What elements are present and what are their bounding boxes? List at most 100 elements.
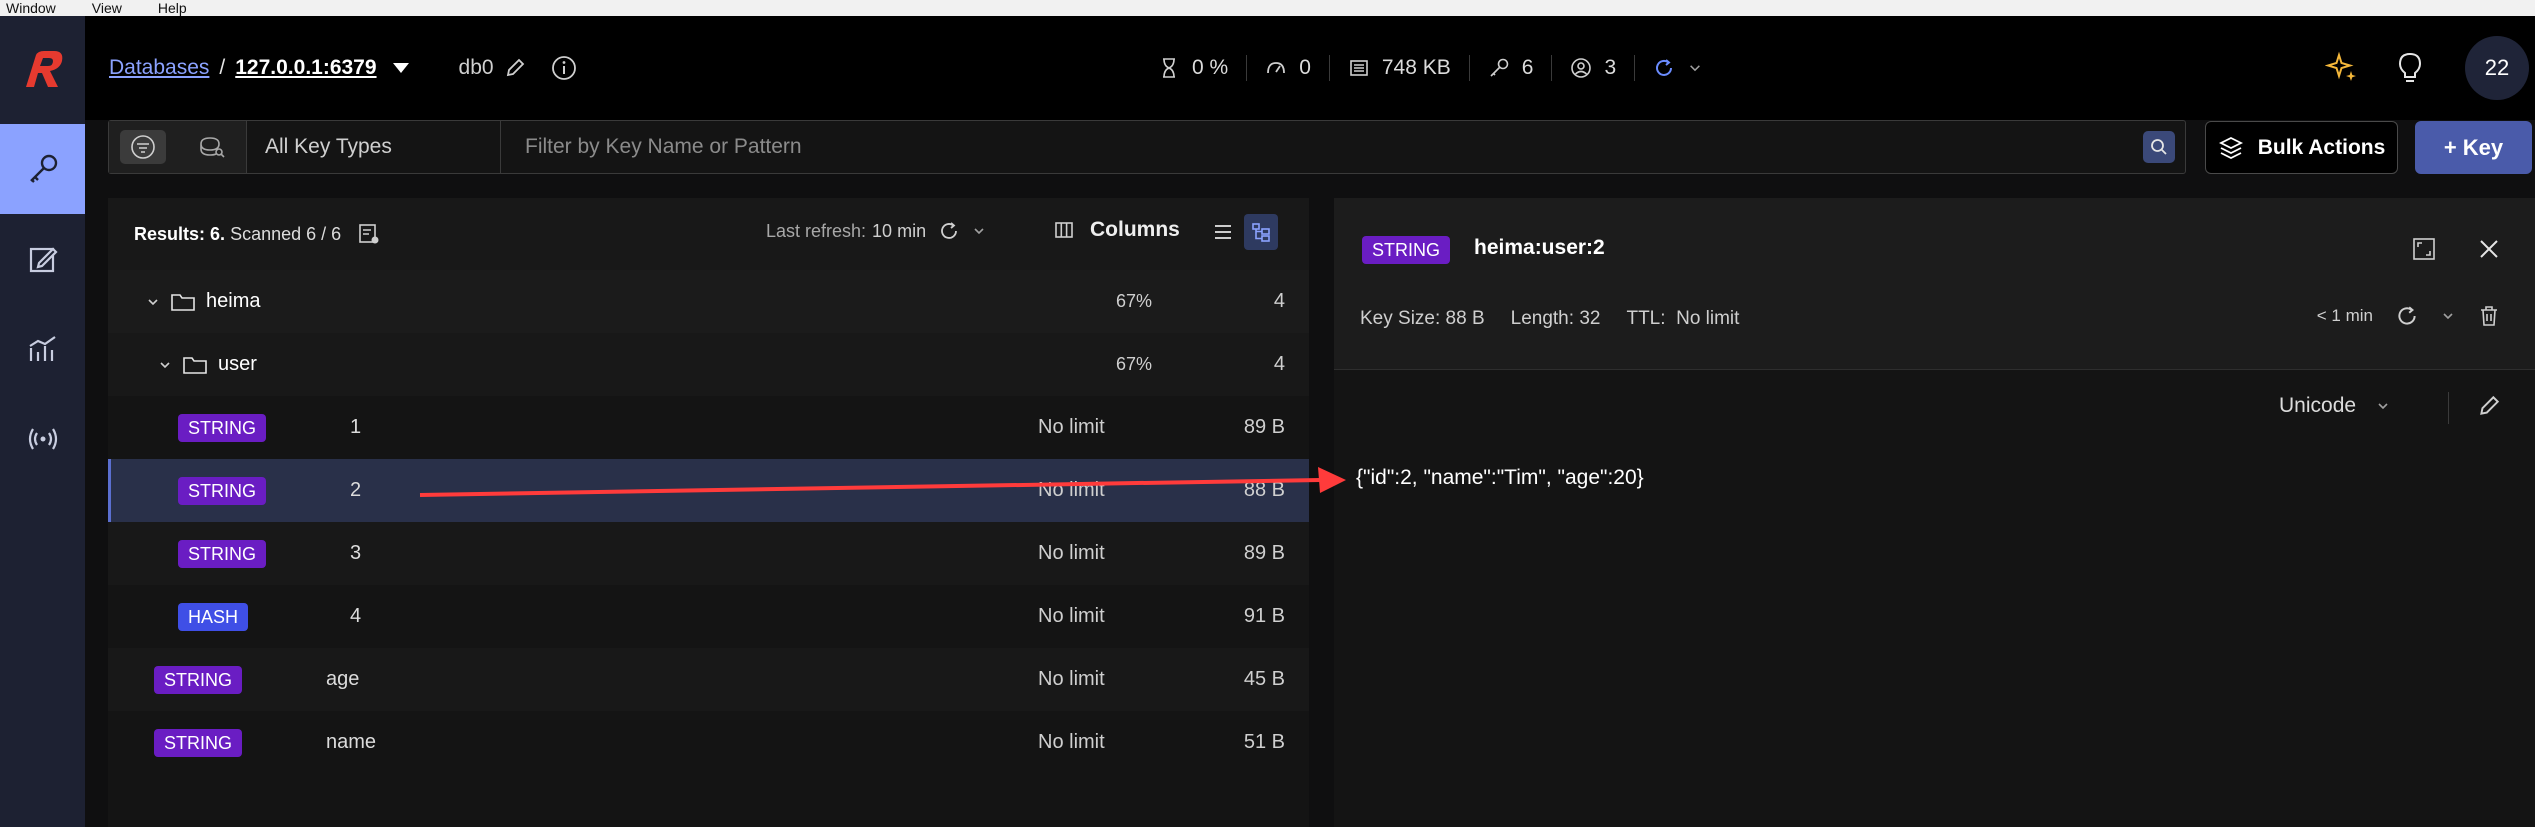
key-size-value: 88 B bbox=[1445, 308, 1485, 329]
detail-window-actions bbox=[2411, 236, 2501, 262]
add-key-button[interactable]: + Key bbox=[2415, 121, 2532, 174]
db-info-button[interactable] bbox=[550, 54, 578, 82]
search-button[interactable] bbox=[2143, 131, 2175, 163]
key-type-badge: STRING bbox=[178, 476, 267, 505]
key-size: 45 B bbox=[1243, 668, 1285, 690]
delete-key-button[interactable] bbox=[2477, 304, 2501, 328]
key-ttl: No limit bbox=[1038, 731, 1105, 753]
ttl-value: No limit bbox=[1676, 308, 1740, 329]
filter-input[interactable] bbox=[501, 121, 2143, 173]
stat-ops-value: 0 bbox=[1299, 56, 1311, 79]
search-icon bbox=[2151, 139, 2167, 155]
expand-button[interactable] bbox=[2411, 236, 2437, 262]
key-list-panel: Results: 6. Scanned 6 / 6 Last refresh: … bbox=[108, 198, 1309, 827]
key-size: 88 B bbox=[1243, 479, 1285, 501]
stat-clients: 3 bbox=[1552, 55, 1636, 81]
breadcrumb-separator: / bbox=[219, 56, 226, 79]
gauge-icon bbox=[1267, 62, 1286, 74]
insights-button[interactable] bbox=[2395, 51, 2425, 85]
header-actions: 22 bbox=[2325, 16, 2535, 120]
key-type-badge: STRING bbox=[154, 665, 243, 694]
chevron-down-icon bbox=[2443, 313, 2453, 320]
tree-folder-row[interactable]: user 67% 4 bbox=[108, 333, 1309, 396]
bulk-actions-button[interactable]: Bulk Actions bbox=[2205, 121, 2398, 174]
key-row[interactable]: STRING name No limit 51 B bbox=[108, 711, 1309, 774]
db-stats: 0 % 0 748 KB 6 3 bbox=[1140, 16, 1721, 120]
auto-refresh-stats[interactable] bbox=[1635, 55, 1721, 81]
scan-more-button[interactable] bbox=[357, 222, 381, 246]
key-ttl: No limit bbox=[1038, 668, 1105, 690]
key-icon bbox=[1490, 58, 1509, 77]
database-host-link[interactable]: 127.0.0.1:6379 bbox=[235, 56, 376, 80]
chevron-down-icon bbox=[2378, 403, 2388, 410]
key-value-content[interactable]: {"id":2, "name":"Tim", "age":20} bbox=[1356, 466, 1644, 490]
tree-folder-row[interactable]: heima 67% 4 bbox=[108, 270, 1309, 333]
stat-cpu: 0 % bbox=[1140, 55, 1248, 81]
avatar[interactable]: 22 bbox=[2465, 36, 2529, 100]
filter-mode-pattern[interactable] bbox=[120, 130, 167, 164]
detail-key-name[interactable]: heima:user:2 bbox=[1474, 236, 1605, 260]
stat-memory: 748 KB bbox=[1330, 55, 1470, 81]
databases-link[interactable]: Databases bbox=[109, 56, 209, 80]
copilot-button[interactable] bbox=[2325, 51, 2359, 85]
memory-icon bbox=[1350, 60, 1368, 76]
refresh-list-button[interactable] bbox=[938, 220, 960, 242]
key-name: 2 bbox=[350, 479, 362, 501]
key-type-badge: STRING bbox=[154, 728, 243, 757]
close-icon bbox=[2480, 240, 2498, 258]
key-row[interactable]: HASH 4 No limit 91 B bbox=[108, 585, 1309, 648]
stat-clients-value: 3 bbox=[1604, 56, 1617, 79]
sidebar-item-analytics[interactable] bbox=[0, 304, 85, 394]
key-row[interactable]: STRING 3 No limit 89 B bbox=[108, 522, 1309, 585]
auto-refresh-key-dropdown[interactable] bbox=[2441, 309, 2455, 323]
ttl-label: TTL: bbox=[1626, 308, 1666, 329]
key-type-select[interactable]: All Key Types bbox=[247, 121, 501, 173]
sidebar-item-pubsub[interactable] bbox=[0, 394, 85, 484]
length-label: Length: bbox=[1510, 308, 1575, 329]
menu-window[interactable]: Window bbox=[0, 1, 56, 15]
columns-button[interactable]: Columns bbox=[1054, 218, 1180, 242]
list-view-button[interactable] bbox=[1206, 214, 1240, 250]
breadcrumb: Databases / 127.0.0.1:6379 db0 bbox=[109, 54, 578, 82]
key-details-header: STRING heima:user:2 Key Size: 88 B Lengt… bbox=[1334, 198, 2535, 370]
folder-icon bbox=[183, 356, 207, 374]
key-metadata: Key Size: 88 B Length: 32 TTL: No limit bbox=[1360, 308, 1739, 330]
pencil-icon bbox=[506, 58, 524, 77]
refresh-icon bbox=[2398, 306, 2416, 325]
sidebar-item-browser[interactable] bbox=[0, 124, 85, 214]
top-header: Databases / 127.0.0.1:6379 db0 0 % 0 748… bbox=[85, 16, 2535, 120]
folder-name: heima bbox=[206, 290, 261, 312]
ttl-info[interactable]: TTL: No limit bbox=[1626, 308, 1739, 330]
tree-view-button[interactable] bbox=[1244, 214, 1278, 250]
key-name: 4 bbox=[350, 605, 362, 627]
key-row[interactable]: STRING age No limit 45 B bbox=[108, 648, 1309, 711]
key-name: name bbox=[326, 731, 377, 753]
key-row-selected[interactable]: STRING 2 No limit 88 B bbox=[108, 459, 1309, 522]
last-refresh-value: 10 min bbox=[872, 220, 927, 241]
chevron-down-icon[interactable] bbox=[392, 63, 409, 73]
length-info: Length: 32 bbox=[1511, 308, 1601, 330]
menu-view[interactable]: View bbox=[86, 1, 122, 15]
key-row[interactable]: STRING 1 No limit 89 B bbox=[108, 396, 1309, 459]
refresh-key-button[interactable] bbox=[2395, 304, 2419, 328]
key-size: 51 B bbox=[1243, 731, 1285, 753]
redis-logo-icon bbox=[25, 51, 62, 87]
auto-refresh-dropdown[interactable] bbox=[972, 224, 986, 238]
filter-mode-toggle bbox=[109, 121, 247, 173]
sparkle-icon bbox=[2325, 51, 2356, 81]
redis-logo[interactable] bbox=[0, 16, 85, 124]
menu-help[interactable]: Help bbox=[152, 1, 187, 15]
folder-percent: 67% bbox=[1116, 291, 1153, 311]
filter-mode-search[interactable] bbox=[189, 130, 235, 164]
value-format-select[interactable]: Unicode bbox=[2279, 394, 2390, 418]
close-details-button[interactable] bbox=[2477, 236, 2501, 262]
pencil-icon bbox=[2480, 395, 2500, 415]
key-size: 91 B bbox=[1243, 605, 1285, 627]
key-size-info: Key Size: 88 B bbox=[1360, 308, 1485, 330]
folder-name: user bbox=[218, 353, 257, 375]
edit-value-button[interactable] bbox=[2477, 394, 2501, 418]
key-type-badge: HASH bbox=[178, 602, 249, 631]
last-refresh-label: Last refresh: bbox=[766, 220, 867, 241]
edit-db-button[interactable] bbox=[504, 57, 526, 79]
sidebar-item-workbench[interactable] bbox=[0, 214, 85, 304]
